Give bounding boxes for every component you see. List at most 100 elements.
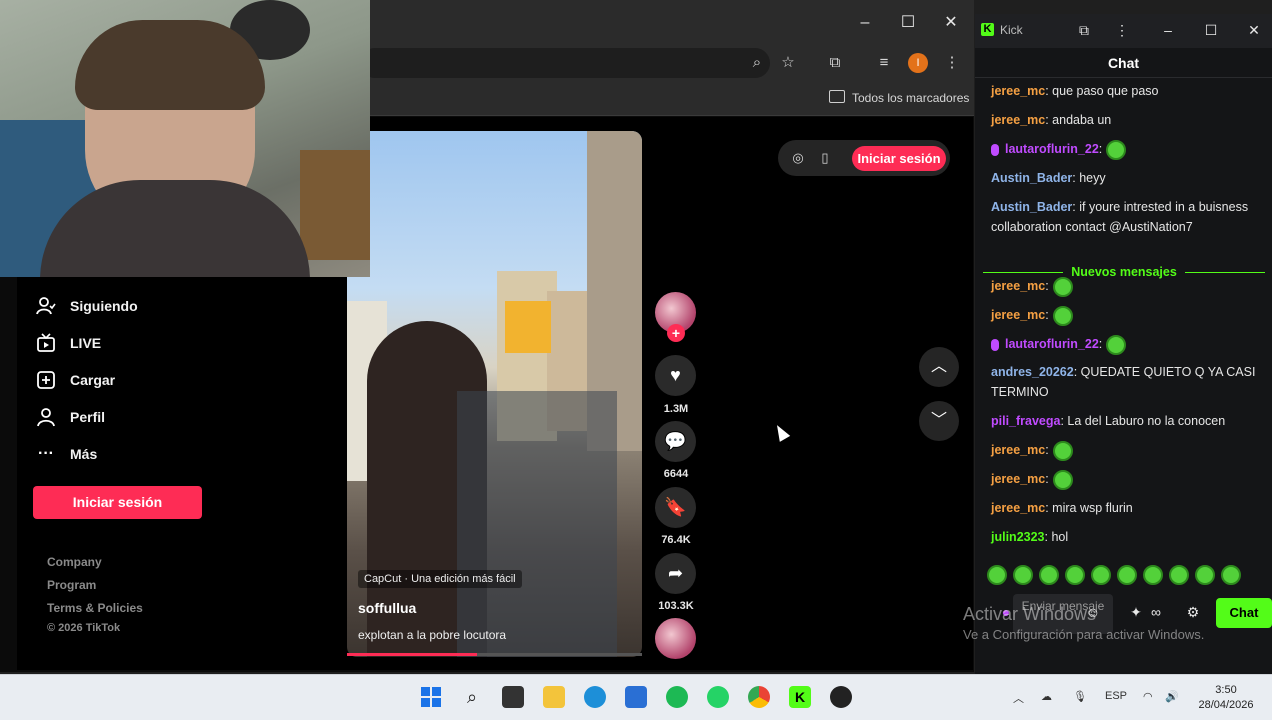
chat-text: : <box>1045 279 1049 293</box>
zoom-icon[interactable]: ⌕ <box>745 51 769 75</box>
sidebar-item-more[interactable]: ··· Más <box>36 441 97 467</box>
kick-window: K Kick ⧉ ⋮ – ☐ ✕ Chat jeree_mc: que paso… <box>975 14 1272 674</box>
close-icon[interactable]: ✕ <box>936 10 966 36</box>
like-icon[interactable]: ♥ <box>655 355 696 396</box>
chat-username[interactable]: jeree_mc <box>991 308 1045 322</box>
chevron-down-icon[interactable]: ﹀ <box>919 401 959 441</box>
maximize-icon[interactable]: ☐ <box>893 10 923 36</box>
wifi-icon[interactable]: ◠ <box>1143 690 1153 703</box>
chat-username[interactable]: jeree_mc <box>991 113 1045 127</box>
chat-username[interactable]: jeree_mc <box>991 443 1045 457</box>
sidebar-item-upload[interactable]: Cargar <box>36 367 115 393</box>
emote-icon[interactable] <box>1195 565 1215 585</box>
minimize-icon[interactable]: – <box>1157 22 1179 38</box>
chat-username[interactable]: Austin_Bader <box>991 171 1072 185</box>
omnibox[interactable] <box>360 48 770 78</box>
webcam-hair <box>75 20 265 110</box>
chat-username[interactable]: julin2323 <box>991 530 1045 544</box>
share-icon[interactable]: ➦ <box>655 553 696 594</box>
media-control-icon[interactable]: ≡ <box>872 51 896 75</box>
chat-username[interactable]: Austin_Bader <box>991 200 1072 214</box>
chat-username[interactable]: lautaroflurin_22 <box>1005 337 1099 351</box>
emote-icon[interactable] <box>1091 565 1111 585</box>
menu-kebab-icon[interactable]: ⋮ <box>1111 22 1133 39</box>
chat-message: jeree_mc: <box>991 469 1263 490</box>
extensions-icon[interactable]: ⧉ <box>1073 22 1095 39</box>
maximize-icon[interactable]: ☐ <box>1200 22 1222 39</box>
chat-username[interactable]: pili_fravega <box>991 414 1060 428</box>
follow-plus-icon[interactable]: + <box>667 324 685 342</box>
footer-link-company[interactable]: Company <box>47 555 102 569</box>
store-icon[interactable] <box>625 686 647 708</box>
chat-username[interactable]: jeree_mc <box>991 501 1045 515</box>
task-view-icon[interactable] <box>502 686 524 708</box>
chat-username[interactable]: andres_20262 <box>991 365 1074 379</box>
system-clock[interactable]: 3:50 28/04/2026 <box>1194 683 1258 713</box>
top-login-button[interactable]: Iniciar sesión <box>852 146 946 171</box>
chat-username[interactable]: lautaroflurin_22 <box>1005 142 1099 156</box>
sidebar-item-profile[interactable]: Perfil <box>36 404 105 430</box>
tray-mic-icon[interactable]: 🎙 <box>1073 690 1087 703</box>
chat-text: : hol <box>1044 530 1069 544</box>
music-avatar[interactable] <box>655 618 696 659</box>
video-billboard <box>505 301 551 353</box>
whatsapp-icon[interactable] <box>707 686 729 708</box>
all-bookmarks-link[interactable]: Todos los marcadores <box>852 91 969 105</box>
emote-icon[interactable] <box>1013 565 1033 585</box>
extensions-icon[interactable]: ⧉ <box>823 51 847 75</box>
spotify-icon[interactable] <box>666 686 688 708</box>
chat-message: pili_fravega: La del Laburo no la conoce… <box>991 411 1263 431</box>
emote-icon <box>1052 305 1073 326</box>
chat-username[interactable]: jeree_mc <box>991 472 1045 486</box>
login-button[interactable]: Iniciar sesión <box>33 486 202 519</box>
emote-quick-bar[interactable] <box>987 565 1259 587</box>
sidebar-item-following[interactable]: Siguiendo <box>36 293 138 319</box>
profile-avatar[interactable]: I <box>908 53 928 73</box>
emote-icon[interactable] <box>1039 565 1059 585</box>
edge-icon[interactable] <box>584 686 606 708</box>
chat-text: : La del Laburo no la conocen <box>1060 414 1226 428</box>
obs-icon[interactable] <box>830 686 852 708</box>
chat-message: jeree_mc: <box>991 305 1263 326</box>
activate-windows-watermark: Activar Windows Ve a Configuración para … <box>963 604 1204 642</box>
footer-link-terms[interactable]: Terms & Policies <box>47 601 143 615</box>
kick-taskbar-icon[interactable]: K <box>789 686 811 708</box>
capcut-tag[interactable]: CapCut · Una edición más fácil <box>358 570 522 588</box>
emote-icon[interactable] <box>1143 565 1163 585</box>
explore-icon[interactable]: ◎ <box>786 146 810 170</box>
language-indicator[interactable]: ESP <box>1105 690 1127 702</box>
emote-icon[interactable] <box>1065 565 1085 585</box>
chevron-up-icon[interactable]: ︿ <box>919 347 959 387</box>
activate-title: Activar Windows <box>963 604 1097 624</box>
device-icon[interactable]: ▯ <box>813 146 837 170</box>
emote-icon[interactable] <box>1221 565 1241 585</box>
chat-text: : <box>1045 472 1049 486</box>
chat-username[interactable]: jeree_mc <box>991 279 1045 293</box>
sidebar-label: Perfil <box>70 409 106 425</box>
chat-send-button[interactable]: Chat <box>1216 598 1272 628</box>
emote-icon[interactable] <box>1117 565 1137 585</box>
kick-logo-icon: K <box>981 23 994 36</box>
emote-icon[interactable] <box>987 565 1007 585</box>
chat-message: jeree_mc: <box>991 440 1263 461</box>
volume-icon[interactable]: 🔊 <box>1165 690 1179 703</box>
tray-chevron-icon[interactable]: ︿ <box>1013 690 1024 706</box>
tray-cloud-icon[interactable]: ☁ <box>1041 690 1052 703</box>
close-icon[interactable]: ✕ <box>1243 22 1265 39</box>
search-icon[interactable]: ⌕ <box>461 686 483 708</box>
minimize-icon[interactable]: – <box>850 10 880 36</box>
file-explorer-icon[interactable] <box>543 686 565 708</box>
windows-start-icon[interactable] <box>420 686 442 708</box>
sidebar-label: Cargar <box>70 372 116 388</box>
chrome-icon[interactable] <box>748 686 770 708</box>
chat-text: : que paso que paso <box>1045 84 1159 98</box>
emote-icon[interactable] <box>1169 565 1189 585</box>
sidebar-item-live[interactable]: LIVE <box>36 330 101 356</box>
video-author[interactable]: soffullua <box>358 600 416 616</box>
bookmark-star-icon[interactable]: ☆ <box>776 51 800 75</box>
chat-username[interactable]: jeree_mc <box>991 84 1045 98</box>
comment-icon[interactable]: 💬 <box>655 421 696 462</box>
footer-link-program[interactable]: Program <box>47 578 96 592</box>
bookmark-icon[interactable]: 🔖 <box>655 487 696 528</box>
menu-kebab-icon[interactable]: ⋮ <box>940 51 964 75</box>
